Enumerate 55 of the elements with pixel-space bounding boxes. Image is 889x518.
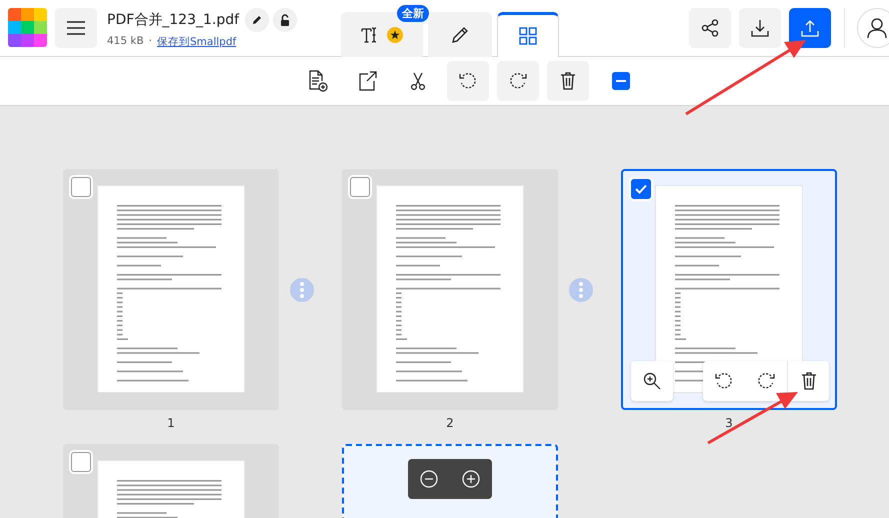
rotate-right-button[interactable]	[497, 61, 539, 101]
page-checkbox[interactable]	[350, 177, 370, 197]
zoom-in-icon	[643, 372, 661, 390]
scissors-icon	[410, 72, 426, 90]
rotate-right-icon	[757, 372, 775, 390]
rotate-left-button[interactable]	[447, 61, 489, 101]
page-checkbox[interactable]	[631, 179, 651, 199]
upload-icon	[801, 19, 819, 37]
page-checkbox[interactable]	[71, 177, 91, 197]
select-all-checkbox[interactable]	[612, 72, 630, 90]
separator-dot: ·	[148, 35, 152, 49]
page-number: 2	[446, 416, 454, 430]
download-button[interactable]	[739, 8, 781, 48]
page-checkbox[interactable]	[71, 452, 91, 472]
page-number: 1	[167, 416, 175, 430]
menu-icon	[67, 21, 85, 35]
tab[interactable]	[497, 12, 559, 57]
check-icon	[635, 184, 647, 194]
pencil-icon	[451, 26, 469, 44]
rename-button[interactable]	[245, 8, 270, 32]
zoom-out-icon	[420, 470, 438, 488]
user-icon	[867, 17, 887, 39]
more-icon	[579, 282, 583, 298]
file-name: PDF合并_123_1.pdf	[107, 11, 240, 29]
trash-icon	[800, 372, 816, 390]
more-icon	[300, 282, 304, 298]
download-icon	[751, 19, 769, 37]
rotate-left-icon	[715, 372, 733, 390]
logo-icon	[8, 8, 47, 47]
page-card[interactable]	[63, 169, 279, 410]
share-button[interactable]	[689, 8, 731, 48]
trash-icon	[560, 72, 576, 90]
page-number: 3	[725, 416, 733, 430]
share-icon	[701, 19, 719, 37]
unlock-icon	[280, 14, 290, 26]
lock-button[interactable]	[273, 8, 298, 32]
grid-icon	[519, 27, 537, 45]
rotate-left-icon	[459, 72, 477, 90]
zoom-in-icon	[462, 470, 480, 488]
new-badge: 全新	[397, 5, 429, 22]
save-link[interactable]: 保存到Smallpdf	[157, 35, 236, 49]
delete-button[interactable]	[547, 61, 589, 101]
avatar-button[interactable]	[857, 8, 889, 48]
add-page-icon	[308, 70, 328, 92]
zoom-in-button[interactable]	[631, 361, 673, 401]
text-cursor-icon	[361, 26, 379, 42]
page-card[interactable]	[621, 169, 837, 410]
extract-icon	[359, 71, 377, 91]
file-size: 415 kB	[107, 35, 144, 49]
pencil-icon	[251, 14, 264, 26]
page-card[interactable]	[342, 169, 558, 410]
menu-button[interactable]	[55, 8, 97, 48]
export-button[interactable]	[789, 8, 831, 48]
drop-zone[interactable]	[342, 444, 558, 518]
rotate-right-icon	[509, 72, 527, 90]
